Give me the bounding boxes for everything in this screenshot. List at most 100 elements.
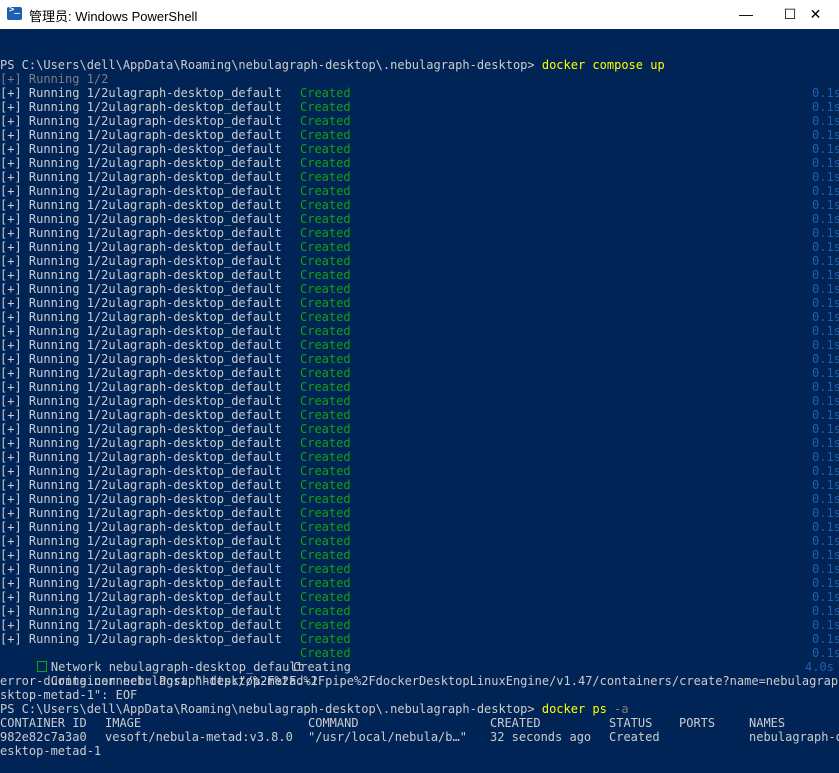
container-timing: 4.0s — [805, 660, 834, 674]
timing-text: 0.1s — [812, 128, 839, 142]
close-button[interactable]: ✕ — [792, 0, 839, 29]
running-status-line: [+] Running 1/2ulagraph-desktop_default C… — [0, 548, 839, 562]
created-status: Created — [300, 254, 351, 268]
powershell-icon — [7, 5, 22, 20]
container-creating-status: Creating — [293, 660, 351, 674]
ps-cell-names: nebulagraph-desktop-metad-1 — [749, 730, 839, 744]
created-status: Created — [300, 296, 351, 310]
created-status: Created — [300, 86, 351, 100]
timing-text: 0.1s — [812, 394, 839, 408]
created-status: Created — [300, 170, 351, 184]
running-text: [+] Running 1/2ulagraph-desktop_default — [0, 436, 282, 450]
running-text: [+] Running 1/2ulagraph-desktop_default — [0, 324, 282, 338]
created-status: Created — [300, 352, 351, 366]
running-status-line: [+] Running 1/2ulagraph-desktop_default C… — [0, 366, 839, 380]
running-status-line: [+] Running 1/2ulagraph-desktop_default C… — [0, 310, 839, 324]
created-status: Created — [300, 478, 351, 492]
timing-text: 0.1s — [812, 352, 839, 366]
running-status-line: [+] Running 1/2ulagraph-desktop_default C… — [0, 170, 839, 184]
running-text: [+] Running 1/2ulagraph-desktop_default — [0, 604, 282, 618]
running-text: [+] Running 1/2ulagraph-desktop_default — [0, 464, 282, 478]
ps-header-image: IMAGE — [105, 716, 142, 730]
created-status: Created — [300, 142, 351, 156]
running-text: [+] Running 1/2ulagraph-desktop_default — [0, 394, 282, 408]
timing-text: 0.1s — [812, 436, 839, 450]
prompt-line-docker-ps: PS C:\Users\dell\AppData\Roaming\nebulag… — [0, 702, 629, 716]
timing-text: 0.1s — [812, 562, 839, 576]
running-text: [+] Running 1/2ulagraph-desktop_default — [0, 100, 282, 114]
running-status-line: [+] Running 1/2ulagraph-desktop_default C… — [0, 534, 839, 548]
running-status-line: [+] Running 1/2ulagraph-desktop_default C… — [0, 422, 839, 436]
ps-cell-command: "/usr/local/nebula/b…" — [308, 730, 467, 744]
minimize-button[interactable]: — — [723, 0, 769, 29]
created-status: Created — [300, 366, 351, 380]
running-status-line: [+] Running 1/2ulagraph-desktop_default C… — [0, 380, 839, 394]
running-text: [+] Running 1/2ulagraph-desktop_default — [0, 212, 282, 226]
running-text: [+] Running 1/2ulagraph-desktop_default — [0, 562, 282, 576]
timing-text: 0.1s — [812, 198, 839, 212]
timing-text: 0.1s — [812, 464, 839, 478]
ps-header-created: CREATED — [490, 716, 541, 730]
running-text: [+] Running 1/2ulagraph-desktop_default — [0, 590, 282, 604]
created-status: Created — [300, 114, 351, 128]
running-text: [+] Running 1/2ulagraph-desktop_default — [0, 380, 282, 394]
running-text: [+] Running 1/2ulagraph-desktop_default — [0, 142, 282, 156]
timing-text: 0.1s — [812, 338, 839, 352]
ps-cell-created: 32 seconds ago — [490, 730, 592, 744]
timing-text: 0.1s — [812, 590, 839, 604]
error-line-continued: sktop-metad-1": EOF — [0, 688, 138, 702]
running-status-line: [+] Running 1/2ulagraph-desktop_default C… — [0, 268, 839, 282]
timing-text: 0.1s — [812, 492, 839, 506]
timing-text: 0.1s — [812, 520, 839, 534]
running-status-line: [+] Running 1/2ulagraph-desktop_default C… — [0, 128, 839, 142]
created-status: Created — [300, 324, 351, 338]
created-status: Created — [300, 156, 351, 170]
timing-text: 0.1s — [812, 576, 839, 590]
created-status: Created — [300, 212, 351, 226]
running-text: [+] Running 1/2ulagraph-desktop_default — [0, 520, 282, 534]
running-text: [+] Running 1/2ulagraph-desktop_default — [0, 240, 282, 254]
running-text: [+] Running 1/2ulagraph-desktop_default — [0, 450, 282, 464]
timing-text: 0.1s — [812, 408, 839, 422]
ps-table-row: 982e82c7a3a0 vesoft/nebula-metad:v3.8.0 … — [0, 730, 839, 744]
timing-text: 0.1s — [812, 632, 839, 646]
running-text: [+] Running 1/2ulagraph-desktop_default — [0, 86, 282, 100]
command-docker-compose-up: docker compose up — [541, 58, 665, 72]
created-status: Created — [300, 464, 351, 478]
created-status: Created — [300, 100, 351, 114]
running-status-line: [+] Running 1/2ulagraph-desktop_default C… — [0, 478, 839, 492]
created-status: Created — [300, 450, 351, 464]
created-status: Created — [300, 380, 351, 394]
running-status-line: [+] Running 1/2ulagraph-desktop_default C… — [0, 100, 839, 114]
created-status: Created — [300, 184, 351, 198]
running-text: [+] Running 1/2ulagraph-desktop_default — [0, 632, 282, 646]
terminal-output[interactable]: PS C:\Users\dell\AppData\Roaming\nebulag… — [0, 29, 839, 773]
timing-text: 0.1s — [812, 534, 839, 548]
network-status-line: Network nebulagraph-desktop_default Crea… — [0, 646, 839, 674]
timing-text: 0.1s — [812, 380, 839, 394]
running-status-line: [+] Running 1/2ulagraph-desktop_default C… — [0, 492, 839, 506]
running-status-line: [+] Running 1/2ulagraph-desktop_default C… — [0, 394, 839, 408]
created-status: Created — [300, 590, 351, 604]
error-line: error during connect: Post "http://%2F%2… — [0, 674, 839, 688]
prompt-text: PS C:\Users\dell\AppData\Roaming\nebulag… — [0, 58, 542, 72]
running-header-line: [+] Running 1/2 — [0, 72, 109, 86]
timing-text: 0.1s — [812, 212, 839, 226]
created-status: Created — [300, 562, 351, 576]
created-status: Created — [300, 632, 351, 646]
created-status: Created — [300, 338, 351, 352]
running-text: [+] Running 1/2ulagraph-desktop_default — [0, 506, 282, 520]
running-status-line: [+] Running 1/2ulagraph-desktop_default C… — [0, 520, 839, 534]
created-status: Created — [300, 198, 351, 212]
running-status-line: [+] Running 1/2ulagraph-desktop_default C… — [0, 282, 839, 296]
ps-table-header: CONTAINER ID IMAGE COMMAND CREATED STATU… — [0, 716, 785, 730]
network-created-status: Created — [300, 646, 351, 660]
timing-text: 0.1s — [812, 366, 839, 380]
running-text: [+] Running 1/2ulagraph-desktop_default — [0, 296, 282, 310]
prompt-line-compose-up: PS C:\Users\dell\AppData\Roaming\nebulag… — [0, 58, 665, 72]
running-status-line: [+] Running 1/2ulagraph-desktop_default C… — [0, 184, 839, 198]
ps-header-names: NAMES — [749, 716, 786, 730]
created-status: Created — [300, 604, 351, 618]
container-status-line: - Container nebulagraph-desktop-metad-1 … — [0, 660, 834, 688]
running-status-line: [+] Running 1/2ulagraph-desktop_default C… — [0, 450, 839, 464]
